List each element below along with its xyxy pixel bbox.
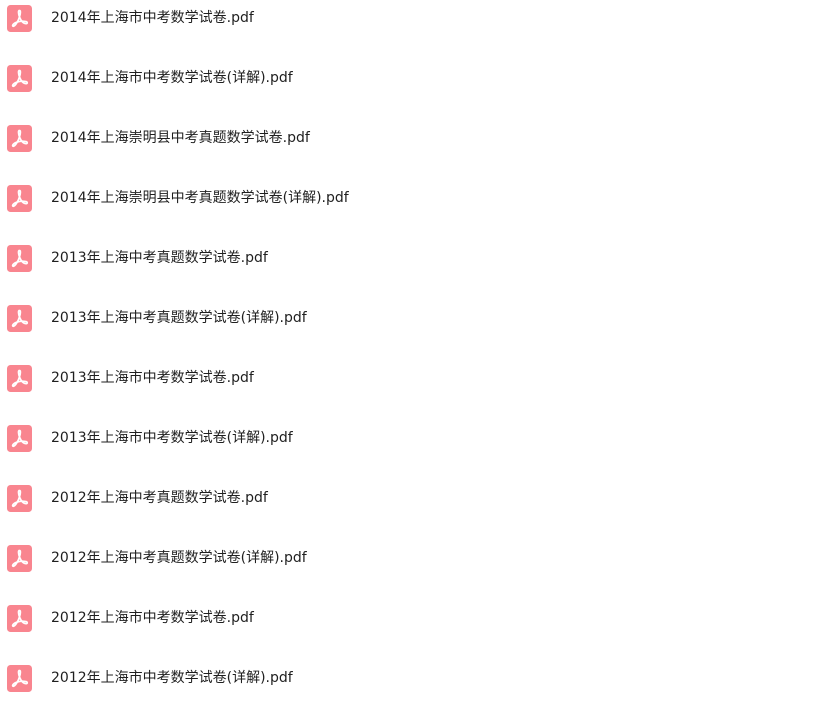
pdf-file-icon [7, 664, 32, 692]
file-name: 2013年上海市中考数学试卷(详解).pdf [51, 430, 293, 446]
file-name: 2012年上海中考真题数学试卷(详解).pdf [51, 550, 307, 566]
pdf-file-icon [7, 244, 32, 272]
file-row[interactable]: 2013年上海市中考数学试卷(详解).pdf [0, 408, 831, 468]
file-row[interactable]: 2012年上海市中考数学试卷(详解).pdf [0, 648, 831, 703]
file-row[interactable]: 2013年上海市中考数学试卷.pdf [0, 348, 831, 408]
file-row[interactable]: 2014年上海崇明县中考真题数学试卷.pdf [0, 108, 831, 168]
file-row[interactable]: 2012年上海中考真题数学试卷.pdf [0, 468, 831, 528]
file-row[interactable]: 2013年上海中考真题数学试卷(详解).pdf [0, 288, 831, 348]
file-list: 2014年上海市中考数学试卷.pdf 2014年上海市中考数学试卷(详解).pd… [0, 0, 831, 703]
file-name: 2012年上海中考真题数学试卷.pdf [51, 490, 268, 506]
file-name: 2014年上海市中考数学试卷.pdf [51, 10, 254, 26]
pdf-file-icon [7, 364, 32, 392]
file-name: 2014年上海崇明县中考真题数学试卷(详解).pdf [51, 190, 349, 206]
file-row[interactable]: 2014年上海崇明县中考真题数学试卷(详解).pdf [0, 168, 831, 228]
pdf-file-icon [7, 124, 32, 152]
pdf-file-icon [7, 184, 32, 212]
pdf-file-icon [7, 604, 32, 632]
pdf-file-icon [7, 64, 32, 92]
file-row[interactable]: 2012年上海市中考数学试卷.pdf [0, 588, 831, 648]
pdf-file-icon [7, 4, 32, 32]
pdf-file-icon [7, 484, 32, 512]
file-row[interactable]: 2014年上海市中考数学试卷(详解).pdf [0, 48, 831, 108]
file-name: 2014年上海崇明县中考真题数学试卷.pdf [51, 130, 310, 146]
file-name: 2012年上海市中考数学试卷.pdf [51, 610, 254, 626]
pdf-file-icon [7, 544, 32, 572]
file-row[interactable]: 2013年上海中考真题数学试卷.pdf [0, 228, 831, 288]
file-name: 2012年上海市中考数学试卷(详解).pdf [51, 670, 293, 686]
pdf-file-icon [7, 424, 32, 452]
file-name: 2013年上海市中考数学试卷.pdf [51, 370, 254, 386]
file-row[interactable]: 2014年上海市中考数学试卷.pdf [0, 0, 831, 48]
file-name: 2013年上海中考真题数学试卷.pdf [51, 250, 268, 266]
file-name: 2013年上海中考真题数学试卷(详解).pdf [51, 310, 307, 326]
file-row[interactable]: 2012年上海中考真题数学试卷(详解).pdf [0, 528, 831, 588]
pdf-file-icon [7, 304, 32, 332]
file-name: 2014年上海市中考数学试卷(详解).pdf [51, 70, 293, 86]
